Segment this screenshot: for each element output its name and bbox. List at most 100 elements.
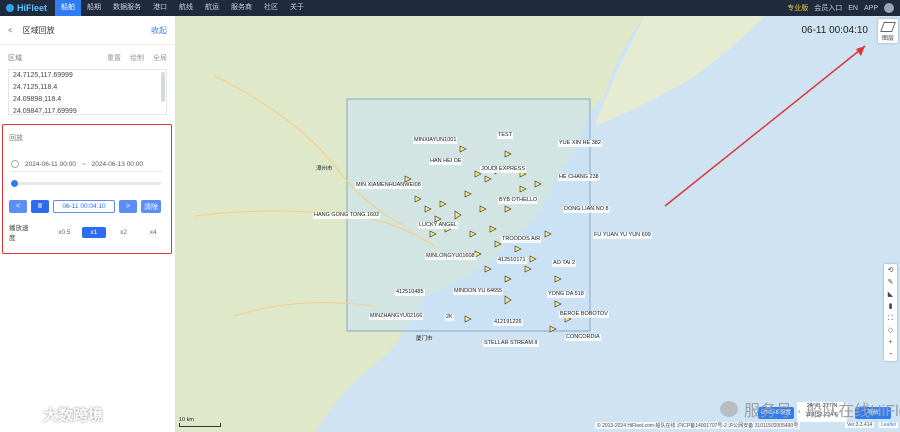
nav-item[interactable]: 服务商 (225, 0, 258, 16)
bottom-watermark-text: 大数跨境 (43, 407, 104, 424)
language-link[interactable]: EN (848, 5, 858, 12)
playback-controls: < II 06-11 00:04:10 > 清除 (9, 200, 165, 213)
hifleet-logo[interactable]: HiFleet (0, 3, 55, 13)
vessel-label[interactable]: 412191226 (493, 319, 523, 326)
nav-item[interactable]: 航线 (173, 0, 199, 16)
measure-icon[interactable]: ◣ (886, 290, 895, 299)
vessel-label[interactable]: STELLAR STREAM II (483, 340, 539, 347)
logo-icon (6, 4, 14, 12)
vessel-label[interactable]: MINXIAYUN1001 (413, 137, 458, 144)
leaflet-link[interactable]: Leaflet (878, 422, 898, 428)
vessel-label[interactable]: MINLONGYU01608 (425, 253, 476, 260)
main-nav: 船舶 船期 数据服务 港口 航线 航运 服务商 社区 关于 (55, 0, 310, 16)
playback-box: 回放 2024-06-11 00:00 ~ 2024-06-13 00:00 <… (2, 124, 172, 254)
speed-label: 播放速度 (9, 225, 29, 242)
coordinate-item: 24.7125,118.4 (13, 84, 58, 91)
scale-line (179, 423, 221, 427)
top-right-links: 专业版 会员入口 EN APP (787, 0, 894, 16)
bottom-watermark: 大数跨境 (8, 404, 103, 425)
vessel-label[interactable]: FU YUAN YU YUN 699 (593, 232, 652, 239)
member-link[interactable]: 会员入口 (814, 3, 842, 13)
draw-icon[interactable]: ✎ (886, 278, 895, 287)
vessel-label[interactable]: MINDON YU 64655 (453, 288, 504, 295)
pause-button[interactable]: II (31, 200, 49, 213)
end-date[interactable]: 2024-06-13 00:00 (92, 161, 143, 168)
collapse-button[interactable]: 收起 (151, 25, 167, 36)
nav-item[interactable]: 船舶 (55, 0, 82, 16)
speed-option[interactable]: x4 (141, 227, 165, 238)
app-link[interactable]: APP (864, 5, 878, 12)
vessel-label[interactable]: DONG LIAN NO 8 (563, 206, 610, 213)
area-draw-button[interactable]: 绘制 (130, 53, 144, 63)
vessel-label[interactable]: CONCORDIA (565, 334, 601, 341)
vessel-label[interactable]: AO TAI 2 (552, 260, 577, 267)
nav-item[interactable]: 船期 (81, 0, 107, 16)
current-time-field[interactable]: 06-11 00:04:10 (53, 200, 115, 213)
speed-option[interactable]: x1 (82, 226, 106, 238)
date-range-picker[interactable]: 2024-06-11 00:00 ~ 2024-06-13 00:00 (11, 157, 163, 172)
area-label: 区域 (8, 55, 22, 62)
map-canvas[interactable]: MINXIAYUN1001 TEST HAN HEI DE YUE XIN HE 38… (175, 16, 900, 432)
scale-label: 10 km (179, 417, 194, 423)
step-forward-button[interactable]: > (119, 200, 137, 213)
vessel-label[interactable]: YUE XIN HE 382 (558, 140, 602, 147)
vessel-label[interactable]: 2K (445, 314, 454, 321)
vessel-label[interactable]: HANG GONG TONG 1602 (313, 212, 381, 219)
service-watermark: 服务号 · 船队在线HiFleet (720, 397, 900, 421)
clear-button[interactable]: 清除 (141, 200, 161, 213)
vessel-label[interactable]: JOUDI EXPRESS (480, 166, 527, 173)
nav-item[interactable]: 航运 (199, 0, 225, 16)
vessel-label[interactable]: MINZHANGYU02166 (369, 313, 424, 320)
vessel-label[interactable]: 412510485 (395, 289, 425, 296)
vessel-label[interactable]: TEST (497, 132, 514, 139)
pro-link[interactable]: 专业版 (787, 3, 808, 13)
vessel-label[interactable]: LUCKY ANGEL (418, 222, 459, 229)
area-global-button[interactable]: 全局 (153, 53, 167, 63)
region-playback-panel: < 区域回放 收起 区域 重置 绘制 全局 24.7125,117.69999 … (0, 16, 176, 432)
map-toolbar: ⟲ ✎ ◣ ▮ ⛶ ◇ + − (884, 264, 897, 361)
clock-icon (11, 160, 19, 168)
coordinate-scrollbar[interactable] (161, 72, 165, 102)
vessel-label[interactable]: BEROE BOBOTOV (559, 311, 609, 318)
vessel-label[interactable]: YONG DA 518 (547, 291, 585, 298)
vessel-label[interactable]: HE CHANG 238 (558, 174, 600, 181)
slider-handle[interactable] (11, 180, 18, 187)
date-separator: ~ (81, 160, 86, 168)
vessel-label[interactable]: TROODOS AIR (501, 236, 542, 243)
layer-label: 图层 (881, 36, 894, 42)
vessel-label[interactable]: BYB OTHELLO (498, 197, 539, 204)
service-watermark-text: 服务号 · 船队在线HiFleet (744, 403, 900, 420)
zoom-out-button[interactable]: − (886, 350, 895, 359)
vessel-label[interactable]: HAN HEI DE (429, 158, 463, 165)
nav-item[interactable]: 数据服务 (107, 0, 147, 16)
scale-bar: 10 km (179, 417, 221, 427)
nav-item[interactable]: 港口 (147, 0, 173, 16)
coordinate-list[interactable]: 24.7125,117.69999 24.7125,118.4 24.09898… (8, 69, 167, 115)
speed-option[interactable]: x0.5 (53, 227, 77, 238)
vessel-label[interactable]: MIN XIAMENHUANWEI08 (355, 182, 422, 189)
back-button[interactable]: < (8, 26, 13, 35)
fullscreen-icon[interactable]: ⛶ (886, 314, 895, 323)
map-base (175, 16, 866, 432)
panel-title: 区域回放 (22, 25, 55, 35)
coordinate-item: 24.7125,117.69999 (13, 72, 73, 79)
ruler-icon[interactable]: ▮ (886, 302, 895, 311)
nav-item[interactable]: 关于 (284, 0, 310, 16)
panel-header: < 区域回放 收起 (0, 16, 175, 45)
area-reset-button[interactable]: 重置 (107, 53, 121, 63)
start-date[interactable]: 2024-06-11 00:00 (25, 161, 76, 168)
polygon-icon[interactable]: ◇ (886, 326, 895, 335)
map-clock: 06-11 00:04:10 (801, 25, 868, 36)
nav-item[interactable]: 社区 (258, 0, 284, 16)
top-navbar: HiFleet 船舶 船期 数据服务 港口 航线 航运 服务商 社区 关于 专业版 会员入口 E… (0, 0, 900, 16)
step-back-button[interactable]: < (9, 200, 27, 213)
avatar[interactable] (884, 3, 894, 13)
refresh-icon[interactable]: ⟲ (886, 266, 895, 275)
timeline-slider[interactable] (11, 180, 161, 187)
speed-selector: 播放速度 x0.5 x1 x2 x4 (9, 222, 165, 242)
coordinate-item: 24.09898,118.4 (13, 96, 62, 103)
zoom-in-button[interactable]: + (886, 338, 895, 347)
vessel-label[interactable]: 412510171 (497, 257, 527, 264)
speed-option[interactable]: x2 (112, 227, 136, 238)
layer-button[interactable]: 图层 (878, 19, 898, 43)
